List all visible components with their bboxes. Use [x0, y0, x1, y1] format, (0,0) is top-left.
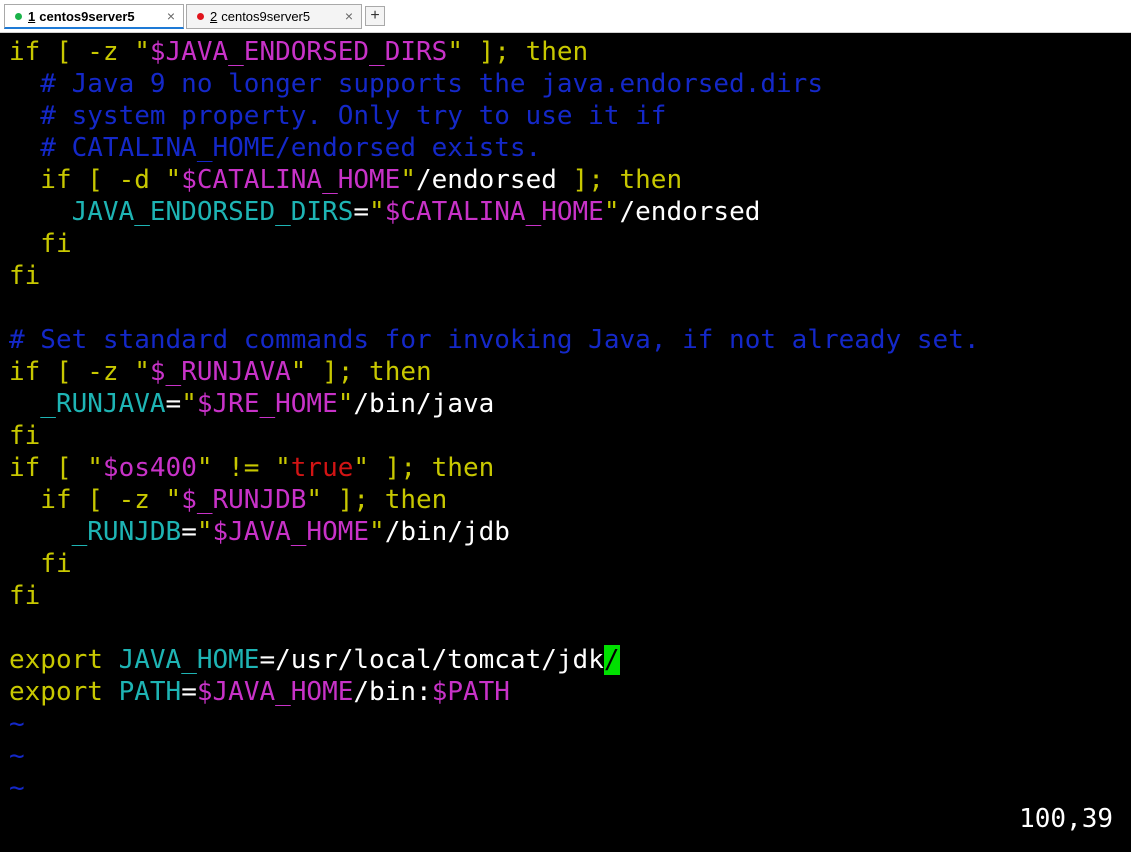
code-token: =	[353, 197, 370, 227]
code-token: $CATALINA_HOME	[181, 165, 401, 195]
code-token: "	[181, 389, 197, 419]
code-token: fi	[9, 549, 72, 579]
tab-title: centos9server5	[39, 8, 135, 24]
code-line: if [ -z "$JAVA_ENDORSED_DIRS" ]; then	[9, 36, 588, 68]
code-line: # CATALINA_HOME/endorsed exists.	[9, 132, 541, 164]
code-token: "	[400, 165, 416, 195]
code-token: # Set standard commands for invoking Jav…	[9, 325, 980, 355]
empty-buffer-line: ~	[9, 740, 25, 772]
code-token: _RUNJAVA	[9, 389, 166, 419]
code-token: /bin/jdb	[384, 517, 510, 547]
code-token: " != "	[196, 453, 291, 483]
code-token: " ]; then	[447, 37, 589, 67]
code-token: JAVA_HOME	[118, 645, 260, 675]
code-token: ]; then	[556, 165, 683, 195]
code-line: if [ -d "$CATALINA_HOME"/endorsed ]; the…	[9, 164, 682, 196]
code-line: # Java 9 no longer supports the java.end…	[9, 68, 823, 100]
code-line: if [ -z "$_RUNJAVA" ]; then	[9, 356, 432, 388]
disconnected-status-dot-icon	[197, 13, 204, 20]
code-line: fi	[9, 260, 40, 292]
code-token: ~	[9, 709, 25, 739]
code-token: if [ -z "	[9, 357, 150, 387]
code-line: fi	[9, 548, 72, 580]
code-token: if [ -z "	[9, 485, 182, 515]
code-token: $JAVA_HOME	[196, 677, 354, 707]
code-token: $JAVA_ENDORSED_DIRS	[149, 37, 448, 67]
empty-buffer-line: ~	[9, 708, 25, 740]
terminal-window: 1 centos9server5 × 2 centos9server5 × + …	[0, 0, 1131, 852]
code-token: # system property. Only try to use it if	[9, 101, 667, 131]
code-token: if [ -z "	[9, 37, 150, 67]
code-line: fi	[9, 580, 40, 612]
code-token: =	[181, 517, 197, 547]
tab-title: centos9server5	[221, 9, 311, 24]
code-line: _RUNJAVA="$JRE_HOME"/bin/java	[9, 388, 494, 420]
code-token: "	[196, 517, 213, 547]
code-token: _RUNJDB	[9, 517, 182, 547]
code-token: " ]; then	[306, 485, 448, 515]
code-token: $JAVA_HOME	[212, 517, 370, 547]
close-tab-icon[interactable]: ×	[167, 8, 175, 24]
connected-status-dot-icon	[15, 12, 22, 20]
code-token: $os400	[102, 453, 197, 483]
tab-session-2[interactable]: 2 centos9server5 ×	[186, 4, 362, 29]
code-line: export JAVA_HOME=/usr/local/tomcat/jdk/	[9, 644, 620, 676]
code-line: # system property. Only try to use it if	[9, 100, 666, 132]
code-token: PATH	[118, 677, 182, 707]
code-token: JAVA_ENDORSED_DIRS	[9, 197, 354, 227]
text-cursor: /	[603, 645, 620, 675]
code-token: "	[337, 389, 354, 419]
code-line: _RUNJDB="$JAVA_HOME"/bin/jdb	[9, 516, 510, 548]
code-token: fi	[9, 229, 72, 259]
close-tab-icon[interactable]: ×	[345, 8, 353, 24]
code-token: $_RUNJAVA	[149, 357, 291, 387]
code-token: /bin/java	[353, 389, 495, 419]
code-token: =/usr/local/tomcat/jdk	[259, 645, 604, 675]
cursor-position-indicator: 100,39	[1019, 804, 1113, 834]
code-line: fi	[9, 228, 72, 260]
code-token: $JRE_HOME	[196, 389, 338, 419]
tab-session-1[interactable]: 1 centos9server5 ×	[4, 4, 184, 29]
new-tab-button[interactable]: +	[365, 6, 385, 26]
code-token: $CATALINA_HOME	[384, 197, 604, 227]
code-token: =	[165, 389, 182, 419]
code-token: "	[369, 517, 385, 547]
code-token: # Java 9 no longer supports the java.end…	[9, 69, 823, 99]
code-token: /endorsed	[416, 165, 557, 195]
code-token: " ]; then	[353, 453, 495, 483]
code-token: fi	[9, 421, 41, 451]
code-token: /endorsed	[619, 197, 761, 227]
code-token: ~	[9, 741, 25, 771]
code-token: "	[369, 197, 385, 227]
code-token: true	[290, 453, 354, 483]
code-line: if [ "$os400" != "true" ]; then	[9, 452, 494, 484]
code-token: export	[9, 677, 119, 707]
code-token: export	[9, 645, 119, 675]
code-token: ~	[9, 773, 25, 803]
code-line: JAVA_ENDORSED_DIRS="$CATALINA_HOME"/endo…	[9, 196, 761, 228]
code-token: =	[181, 677, 197, 707]
code-token: "	[603, 197, 620, 227]
tab-number: 2	[210, 9, 218, 24]
code-line: if [ -z "$_RUNJDB" ]; then	[9, 484, 447, 516]
code-token: fi	[9, 261, 41, 291]
code-line: export PATH=$JAVA_HOME/bin:$PATH	[9, 676, 510, 708]
code-token: $PATH	[431, 677, 510, 707]
code-token: /bin:	[353, 677, 432, 707]
code-token: $_RUNJDB	[181, 485, 307, 515]
code-token: if [ -d "	[9, 165, 182, 195]
tab-number: 1	[28, 8, 36, 24]
vim-editor[interactable]: if [ -z "$JAVA_ENDORSED_DIRS" ]; then # …	[0, 33, 1131, 852]
code-line: # Set standard commands for invoking Jav…	[9, 324, 980, 356]
code-token: if [ "	[9, 453, 103, 483]
code-line: fi	[9, 420, 40, 452]
code-token: fi	[9, 581, 41, 611]
code-token: # CATALINA_HOME/endorsed exists.	[9, 133, 542, 163]
tab-bar: 1 centos9server5 × 2 centos9server5 × +	[0, 0, 1131, 33]
code-token: " ]; then	[290, 357, 432, 387]
empty-buffer-line: ~	[9, 772, 25, 804]
